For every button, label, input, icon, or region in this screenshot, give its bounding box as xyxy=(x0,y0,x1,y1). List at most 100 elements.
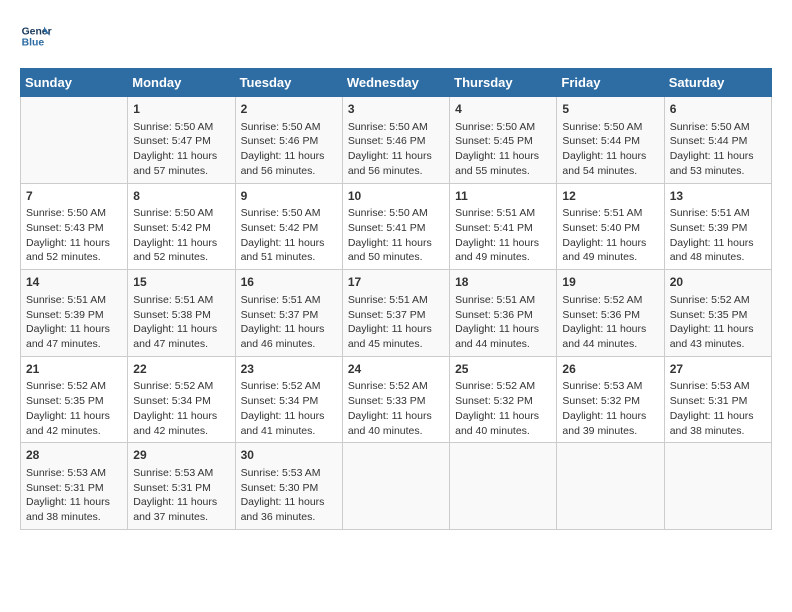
calendar-cell: 17 Sunrise: 5:51 AM Sunset: 5:37 PM Dayli… xyxy=(342,270,449,357)
day-content: Sunrise: 5:53 AM Sunset: 5:31 PM Dayligh… xyxy=(670,379,766,438)
calendar-cell: 10Sunrise: 5:50 AM Sunset: 5:41 PM Dayli… xyxy=(342,183,449,270)
day-content: Sunrise: 5:50 AM Sunset: 5:42 PM Dayligh… xyxy=(133,206,229,265)
calendar-header: SundayMondayTuesdayWednesdayThursdayFrid… xyxy=(21,69,772,97)
day-content: Sunrise: 5:50 AM Sunset: 5:46 PM Dayligh… xyxy=(348,120,444,179)
day-number: 29 xyxy=(133,447,229,464)
header-day-sunday: Sunday xyxy=(21,69,128,97)
day-number: 12 xyxy=(562,188,658,205)
day-number: 18 xyxy=(455,274,551,291)
day-content: Sunrise: 5:51 AM Sunset: 5:36 PM Dayligh… xyxy=(455,293,551,352)
day-number: 13 xyxy=(670,188,766,205)
day-number: 16 xyxy=(241,274,337,291)
calendar-cell: 6 Sunrise: 5:50 AM Sunset: 5:44 PM Daylig… xyxy=(664,97,771,184)
calendar-cell: 19Sunrise: 5:52 AM Sunset: 5:36 PM Dayli… xyxy=(557,270,664,357)
calendar-cell: 12Sunrise: 5:51 AM Sunset: 5:40 PM Dayli… xyxy=(557,183,664,270)
day-number: 7 xyxy=(26,188,122,205)
header-day-thursday: Thursday xyxy=(450,69,557,97)
calendar-cell xyxy=(342,443,449,530)
calendar-cell: 4Sunrise: 5:50 AM Sunset: 5:45 PM Daylig… xyxy=(450,97,557,184)
day-content: Sunrise: 5:51 AM Sunset: 5:37 PM Dayligh… xyxy=(348,293,444,352)
logo-icon: General Blue xyxy=(20,20,52,52)
header-day-tuesday: Tuesday xyxy=(235,69,342,97)
calendar-cell: 8Sunrise: 5:50 AM Sunset: 5:42 PM Daylig… xyxy=(128,183,235,270)
calendar-cell: 16 Sunrise: 5:51 AM Sunset: 5:37 PM Dayli… xyxy=(235,270,342,357)
day-number: 11 xyxy=(455,188,551,205)
calendar-cell: 25Sunrise: 5:52 AM Sunset: 5:32 PM Dayli… xyxy=(450,356,557,443)
calendar-week-2: 14 Sunrise: 5:51 AM Sunset: 5:39 PM Dayli… xyxy=(21,270,772,357)
day-content: Sunrise: 5:50 AM Sunset: 5:47 PM Dayligh… xyxy=(133,120,229,179)
day-content: Sunrise: 5:50 AM Sunset: 5:46 PM Dayligh… xyxy=(241,120,337,179)
day-content: Sunrise: 5:50 AM Sunset: 5:43 PM Dayligh… xyxy=(26,206,122,265)
day-content: Sunrise: 5:50 AM Sunset: 5:42 PM Dayligh… xyxy=(241,206,337,265)
calendar-cell: 7Sunrise: 5:50 AM Sunset: 5:43 PM Daylig… xyxy=(21,183,128,270)
calendar-week-0: 1 Sunrise: 5:50 AM Sunset: 5:47 PM Daylig… xyxy=(21,97,772,184)
calendar-cell: 15 Sunrise: 5:51 AM Sunset: 5:38 PM Dayli… xyxy=(128,270,235,357)
header-day-wednesday: Wednesday xyxy=(342,69,449,97)
day-content: Sunrise: 5:52 AM Sunset: 5:35 PM Dayligh… xyxy=(670,293,766,352)
calendar-cell: 13Sunrise: 5:51 AM Sunset: 5:39 PM Dayli… xyxy=(664,183,771,270)
calendar-cell: 29 Sunrise: 5:53 AM Sunset: 5:31 PM Dayli… xyxy=(128,443,235,530)
day-content: Sunrise: 5:53 AM Sunset: 5:31 PM Dayligh… xyxy=(26,466,122,525)
day-content: Sunrise: 5:51 AM Sunset: 5:41 PM Dayligh… xyxy=(455,206,551,265)
header-day-monday: Monday xyxy=(128,69,235,97)
day-number: 3 xyxy=(348,101,444,118)
calendar-cell: 1 Sunrise: 5:50 AM Sunset: 5:47 PM Daylig… xyxy=(128,97,235,184)
calendar-table: SundayMondayTuesdayWednesdayThursdayFrid… xyxy=(20,68,772,530)
calendar-cell: 3 Sunrise: 5:50 AM Sunset: 5:46 PM Daylig… xyxy=(342,97,449,184)
day-number: 10 xyxy=(348,188,444,205)
calendar-cell: 14 Sunrise: 5:51 AM Sunset: 5:39 PM Dayli… xyxy=(21,270,128,357)
day-content: Sunrise: 5:51 AM Sunset: 5:37 PM Dayligh… xyxy=(241,293,337,352)
day-content: Sunrise: 5:52 AM Sunset: 5:36 PM Dayligh… xyxy=(562,293,658,352)
day-number: 21 xyxy=(26,361,122,378)
day-content: Sunrise: 5:50 AM Sunset: 5:44 PM Dayligh… xyxy=(670,120,766,179)
day-number: 28 xyxy=(26,447,122,464)
calendar-cell: 27Sunrise: 5:53 AM Sunset: 5:31 PM Dayli… xyxy=(664,356,771,443)
calendar-body: 1 Sunrise: 5:50 AM Sunset: 5:47 PM Daylig… xyxy=(21,97,772,530)
calendar-cell: 22Sunrise: 5:52 AM Sunset: 5:34 PM Dayli… xyxy=(128,356,235,443)
calendar-cell xyxy=(450,443,557,530)
day-number: 24 xyxy=(348,361,444,378)
day-content: Sunrise: 5:52 AM Sunset: 5:33 PM Dayligh… xyxy=(348,379,444,438)
day-number: 22 xyxy=(133,361,229,378)
calendar-cell: 24Sunrise: 5:52 AM Sunset: 5:33 PM Dayli… xyxy=(342,356,449,443)
day-content: Sunrise: 5:52 AM Sunset: 5:34 PM Dayligh… xyxy=(133,379,229,438)
day-content: Sunrise: 5:52 AM Sunset: 5:34 PM Dayligh… xyxy=(241,379,337,438)
calendar-cell: 23Sunrise: 5:52 AM Sunset: 5:34 PM Dayli… xyxy=(235,356,342,443)
calendar-week-3: 21Sunrise: 5:52 AM Sunset: 5:35 PM Dayli… xyxy=(21,356,772,443)
logo: General Blue xyxy=(20,20,52,52)
calendar-cell: 21Sunrise: 5:52 AM Sunset: 5:35 PM Dayli… xyxy=(21,356,128,443)
day-number: 4 xyxy=(455,101,551,118)
day-number: 8 xyxy=(133,188,229,205)
day-number: 17 xyxy=(348,274,444,291)
day-number: 6 xyxy=(670,101,766,118)
calendar-week-4: 28 Sunrise: 5:53 AM Sunset: 5:31 PM Dayli… xyxy=(21,443,772,530)
day-number: 2 xyxy=(241,101,337,118)
day-content: Sunrise: 5:53 AM Sunset: 5:32 PM Dayligh… xyxy=(562,379,658,438)
day-content: Sunrise: 5:51 AM Sunset: 5:40 PM Dayligh… xyxy=(562,206,658,265)
day-number: 27 xyxy=(670,361,766,378)
day-number: 1 xyxy=(133,101,229,118)
calendar-cell xyxy=(664,443,771,530)
day-content: Sunrise: 5:53 AM Sunset: 5:31 PM Dayligh… xyxy=(133,466,229,525)
day-number: 23 xyxy=(241,361,337,378)
calendar-cell: 26Sunrise: 5:53 AM Sunset: 5:32 PM Dayli… xyxy=(557,356,664,443)
day-content: Sunrise: 5:52 AM Sunset: 5:35 PM Dayligh… xyxy=(26,379,122,438)
day-content: Sunrise: 5:53 AM Sunset: 5:30 PM Dayligh… xyxy=(241,466,337,525)
day-number: 20 xyxy=(670,274,766,291)
calendar-cell: 28 Sunrise: 5:53 AM Sunset: 5:31 PM Dayli… xyxy=(21,443,128,530)
day-number: 15 xyxy=(133,274,229,291)
calendar-cell: 11Sunrise: 5:51 AM Sunset: 5:41 PM Dayli… xyxy=(450,183,557,270)
calendar-cell: 30Sunrise: 5:53 AM Sunset: 5:30 PM Dayli… xyxy=(235,443,342,530)
calendar-cell: 18 Sunrise: 5:51 AM Sunset: 5:36 PM Dayli… xyxy=(450,270,557,357)
day-content: Sunrise: 5:50 AM Sunset: 5:41 PM Dayligh… xyxy=(348,206,444,265)
day-content: Sunrise: 5:51 AM Sunset: 5:39 PM Dayligh… xyxy=(26,293,122,352)
page-header: General Blue xyxy=(20,20,772,52)
calendar-cell xyxy=(557,443,664,530)
day-number: 26 xyxy=(562,361,658,378)
day-number: 9 xyxy=(241,188,337,205)
day-number: 5 xyxy=(562,101,658,118)
day-number: 14 xyxy=(26,274,122,291)
day-content: Sunrise: 5:51 AM Sunset: 5:38 PM Dayligh… xyxy=(133,293,229,352)
calendar-cell: 5Sunrise: 5:50 AM Sunset: 5:44 PM Daylig… xyxy=(557,97,664,184)
calendar-cell xyxy=(21,97,128,184)
